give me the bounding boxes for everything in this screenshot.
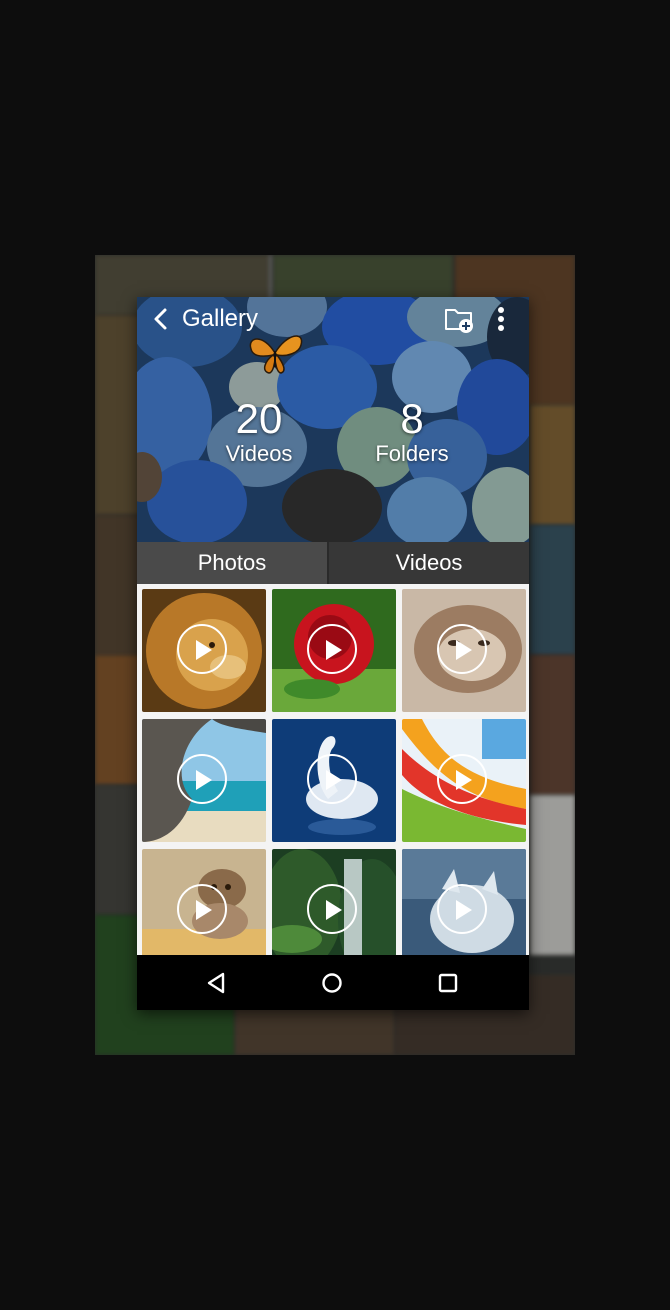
video-thumb-swan[interactable] <box>272 719 396 842</box>
videos-count: 20 <box>235 395 283 442</box>
folder-add-icon[interactable] <box>443 303 475 335</box>
play-icon <box>307 884 357 934</box>
recents-square-icon[interactable] <box>433 968 463 998</box>
play-icon <box>437 624 487 674</box>
folders-label: Folders <box>375 441 449 466</box>
video-grid <box>137 584 529 955</box>
back-arrow-icon[interactable] <box>147 305 175 333</box>
play-icon <box>307 624 357 674</box>
video-thumb-lion[interactable] <box>142 589 266 712</box>
play-icon <box>177 884 227 934</box>
play-icon <box>437 754 487 804</box>
more-vertical-icon[interactable] <box>491 303 511 335</box>
tab-photos[interactable]: Photos <box>137 542 327 584</box>
app-bar: Gallery <box>137 297 529 341</box>
play-icon <box>307 754 357 804</box>
folders-stat: 8 Folders <box>367 397 457 467</box>
tab-bar: Photos Videos <box>137 542 529 584</box>
page-title: Gallery <box>182 305 259 332</box>
play-icon <box>177 754 227 804</box>
back-triangle-icon[interactable] <box>201 968 231 998</box>
tab-videos[interactable]: Videos <box>329 542 529 584</box>
home-circle-icon[interactable] <box>317 968 347 998</box>
videos-label: Videos <box>225 441 293 466</box>
gallery-app-window: Gallery 20 Videos 8 Folders Photos Video… <box>137 297 529 1010</box>
play-icon <box>437 884 487 934</box>
video-thumb-waterfall[interactable] <box>272 849 396 955</box>
folders-count: 8 <box>400 395 424 442</box>
video-thumb-wolf[interactable] <box>402 849 526 955</box>
header-cover: Gallery 20 Videos 8 Folders <box>137 297 529 542</box>
system-navigation-bar <box>137 955 529 1010</box>
play-icon <box>177 624 227 674</box>
video-thumb-rose[interactable] <box>272 589 396 712</box>
video-thumb-rainbow[interactable] <box>402 719 526 842</box>
video-thumb-kitten[interactable] <box>142 849 266 955</box>
video-thumb-beach[interactable] <box>142 719 266 842</box>
videos-stat: 20 Videos <box>217 397 301 467</box>
video-thumb-cat[interactable] <box>402 589 526 712</box>
